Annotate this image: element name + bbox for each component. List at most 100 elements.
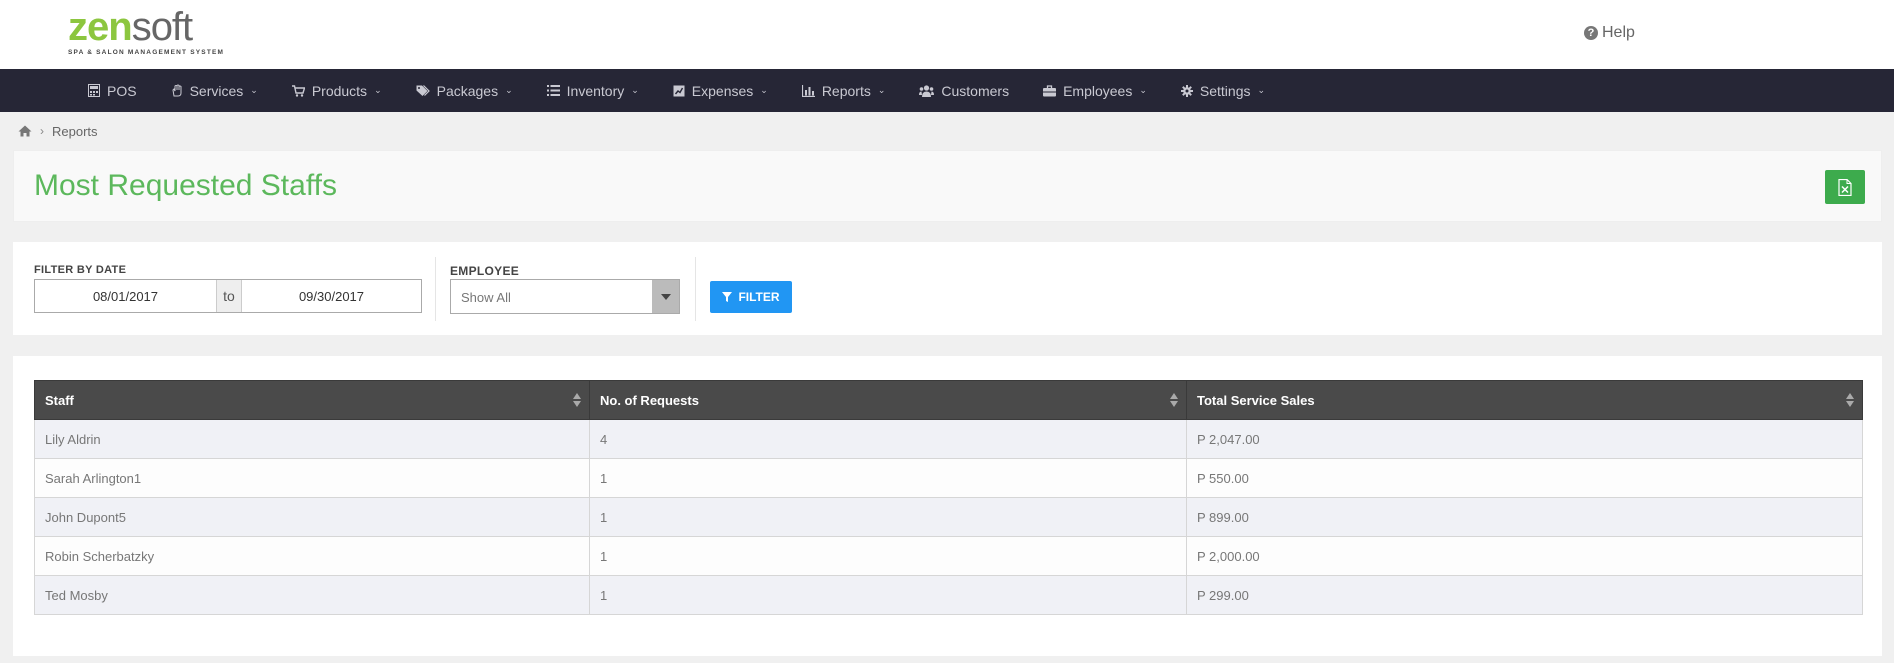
filter-panel: FILTER BY DATE to EMPLOYEE Show All FILT… [13, 242, 1882, 335]
employee-select-value: Show All [461, 290, 511, 305]
export-excel-button[interactable] [1825, 170, 1865, 204]
employee-select[interactable]: Show All [450, 279, 680, 314]
cell-requests: 4 [589, 419, 1187, 459]
page-header-panel: Most Requested Staffs [13, 150, 1882, 222]
chevron-right-icon: › [40, 124, 44, 138]
list-icon [546, 85, 560, 96]
filter-button[interactable]: FILTER [710, 281, 792, 313]
divider [435, 257, 436, 321]
users-icon [919, 84, 935, 97]
cell-requests: 1 [589, 458, 1187, 498]
question-circle-icon: ? [1584, 26, 1598, 40]
breadcrumb-current: Reports [52, 123, 98, 139]
chevron-down-icon: ⌄ [505, 85, 513, 95]
nav-label: Employees [1063, 82, 1133, 99]
employee-label: EMPLOYEE [450, 264, 520, 278]
cell-requests: 1 [589, 497, 1187, 537]
chevron-down-icon: ⌄ [250, 85, 258, 95]
cell-requests: 1 [589, 575, 1187, 615]
home-icon[interactable] [18, 125, 32, 137]
chevron-down-icon: ⌄ [374, 85, 382, 95]
divider [695, 257, 696, 321]
sort-icon [573, 393, 581, 407]
table-row: Lily Aldrin 4 P 2,047.00 [34, 419, 1863, 459]
chevron-down-icon: ⌄ [1257, 85, 1266, 95]
chevron-down-icon: ⌄ [877, 85, 886, 95]
zensoft-logo[interactable]: zensoft SPA & SALON MANAGEMENT SYSTEM [68, 5, 225, 63]
page-title: Most Requested Staffs [34, 169, 337, 202]
date-to-separator: to [216, 280, 242, 312]
cell-requests: 1 [589, 536, 1187, 576]
nav-label: POS [107, 82, 137, 99]
sort-icon [1170, 393, 1178, 407]
chevron-down-icon: ⌄ [760, 85, 768, 95]
nav-label: Settings [1199, 82, 1251, 99]
calculator-icon [88, 84, 100, 97]
nav-label: Inventory [566, 82, 625, 99]
caret-down-icon [652, 280, 679, 313]
help-label: Help [1602, 24, 1635, 41]
breadcrumb: › Reports [0, 112, 1894, 150]
table-header-row: Staff No. of Requests Total Service Sale… [34, 380, 1863, 420]
hand-icon [172, 84, 182, 97]
table-row: Robin Scherbatzky 1 P 2,000.00 [34, 536, 1863, 576]
nav-label: Reports [821, 82, 871, 99]
column-header-label: Staff [45, 392, 74, 408]
nav-label: Products [311, 82, 368, 99]
logo-zen-text: zen [68, 5, 133, 49]
cell-staff: Ted Mosby [34, 575, 590, 615]
cell-staff: Lily Aldrin [34, 419, 590, 459]
nav-item-pos[interactable]: POS [88, 83, 137, 99]
filter-date-label: FILTER BY DATE [34, 264, 127, 276]
nav-item-expenses[interactable]: Expenses ⌄ [673, 83, 768, 99]
report-panel: Staff No. of Requests Total Service Sale… [13, 356, 1882, 656]
nav-item-employees[interactable]: Employees ⌄ [1043, 83, 1147, 99]
cell-sales: P 550.00 [1186, 458, 1863, 498]
cell-sales: P 2,000.00 [1186, 536, 1863, 576]
date-from-input[interactable] [35, 280, 216, 312]
column-header-label: Total Service Sales [1197, 392, 1315, 408]
nav-item-settings[interactable]: Settings ⌄ [1180, 82, 1266, 99]
nav-item-products[interactable]: Products ⌄ [291, 82, 382, 99]
help-link[interactable]: ? Help [1584, 24, 1635, 42]
nav-item-reports[interactable]: Reports ⌄ [801, 82, 886, 99]
top-header: zensoft SPA & SALON MANAGEMENT SYSTEM ? … [0, 0, 1894, 69]
bar-chart-icon [801, 84, 815, 97]
date-range-group: to [34, 279, 422, 313]
logo-tagline: SPA & SALON MANAGEMENT SYSTEM [68, 49, 225, 56]
cell-staff: John Dupont5 [34, 497, 590, 537]
report-table: Staff No. of Requests Total Service Sale… [34, 380, 1863, 615]
nav-label: Expenses [691, 82, 754, 99]
column-header-staff[interactable]: Staff [34, 380, 590, 420]
table-row: John Dupont5 1 P 899.00 [34, 497, 1863, 537]
nav-label: Services [189, 82, 244, 99]
date-to-input[interactable] [242, 280, 421, 312]
tags-icon [416, 84, 430, 96]
table-row: Ted Mosby 1 P 299.00 [34, 575, 1863, 615]
sort-icon [1846, 393, 1854, 407]
cell-staff: Sarah Arlington1 [34, 458, 590, 498]
cell-sales: P 299.00 [1186, 575, 1863, 615]
cell-sales: P 899.00 [1186, 497, 1863, 537]
nav-item-packages[interactable]: Packages ⌄ [416, 83, 513, 99]
excel-file-icon [1838, 178, 1852, 196]
chevron-down-icon: ⌄ [1139, 85, 1147, 95]
cell-staff: Robin Scherbatzky [34, 536, 590, 576]
nav-label: Customers [941, 82, 1010, 99]
column-header-requests[interactable]: No. of Requests [589, 380, 1187, 420]
chart-box-icon [673, 85, 685, 96]
column-header-sales[interactable]: Total Service Sales [1186, 380, 1863, 420]
gear-icon [1180, 84, 1193, 97]
cell-sales: P 2,047.00 [1186, 419, 1863, 459]
nav-label: Packages [436, 82, 499, 99]
logo-soft-text: soft [131, 5, 193, 49]
nav-item-services[interactable]: Services ⌄ [171, 83, 258, 99]
cart-icon [291, 84, 305, 97]
filter-button-label: FILTER [738, 290, 780, 304]
column-header-label: No. of Requests [600, 392, 699, 408]
chevron-down-icon: ⌄ [631, 85, 639, 95]
nav-item-customers[interactable]: Customers [919, 83, 1009, 99]
briefcase-icon [1043, 84, 1057, 96]
funnel-icon [722, 292, 733, 302]
nav-item-inventory[interactable]: Inventory ⌄ [546, 82, 639, 99]
